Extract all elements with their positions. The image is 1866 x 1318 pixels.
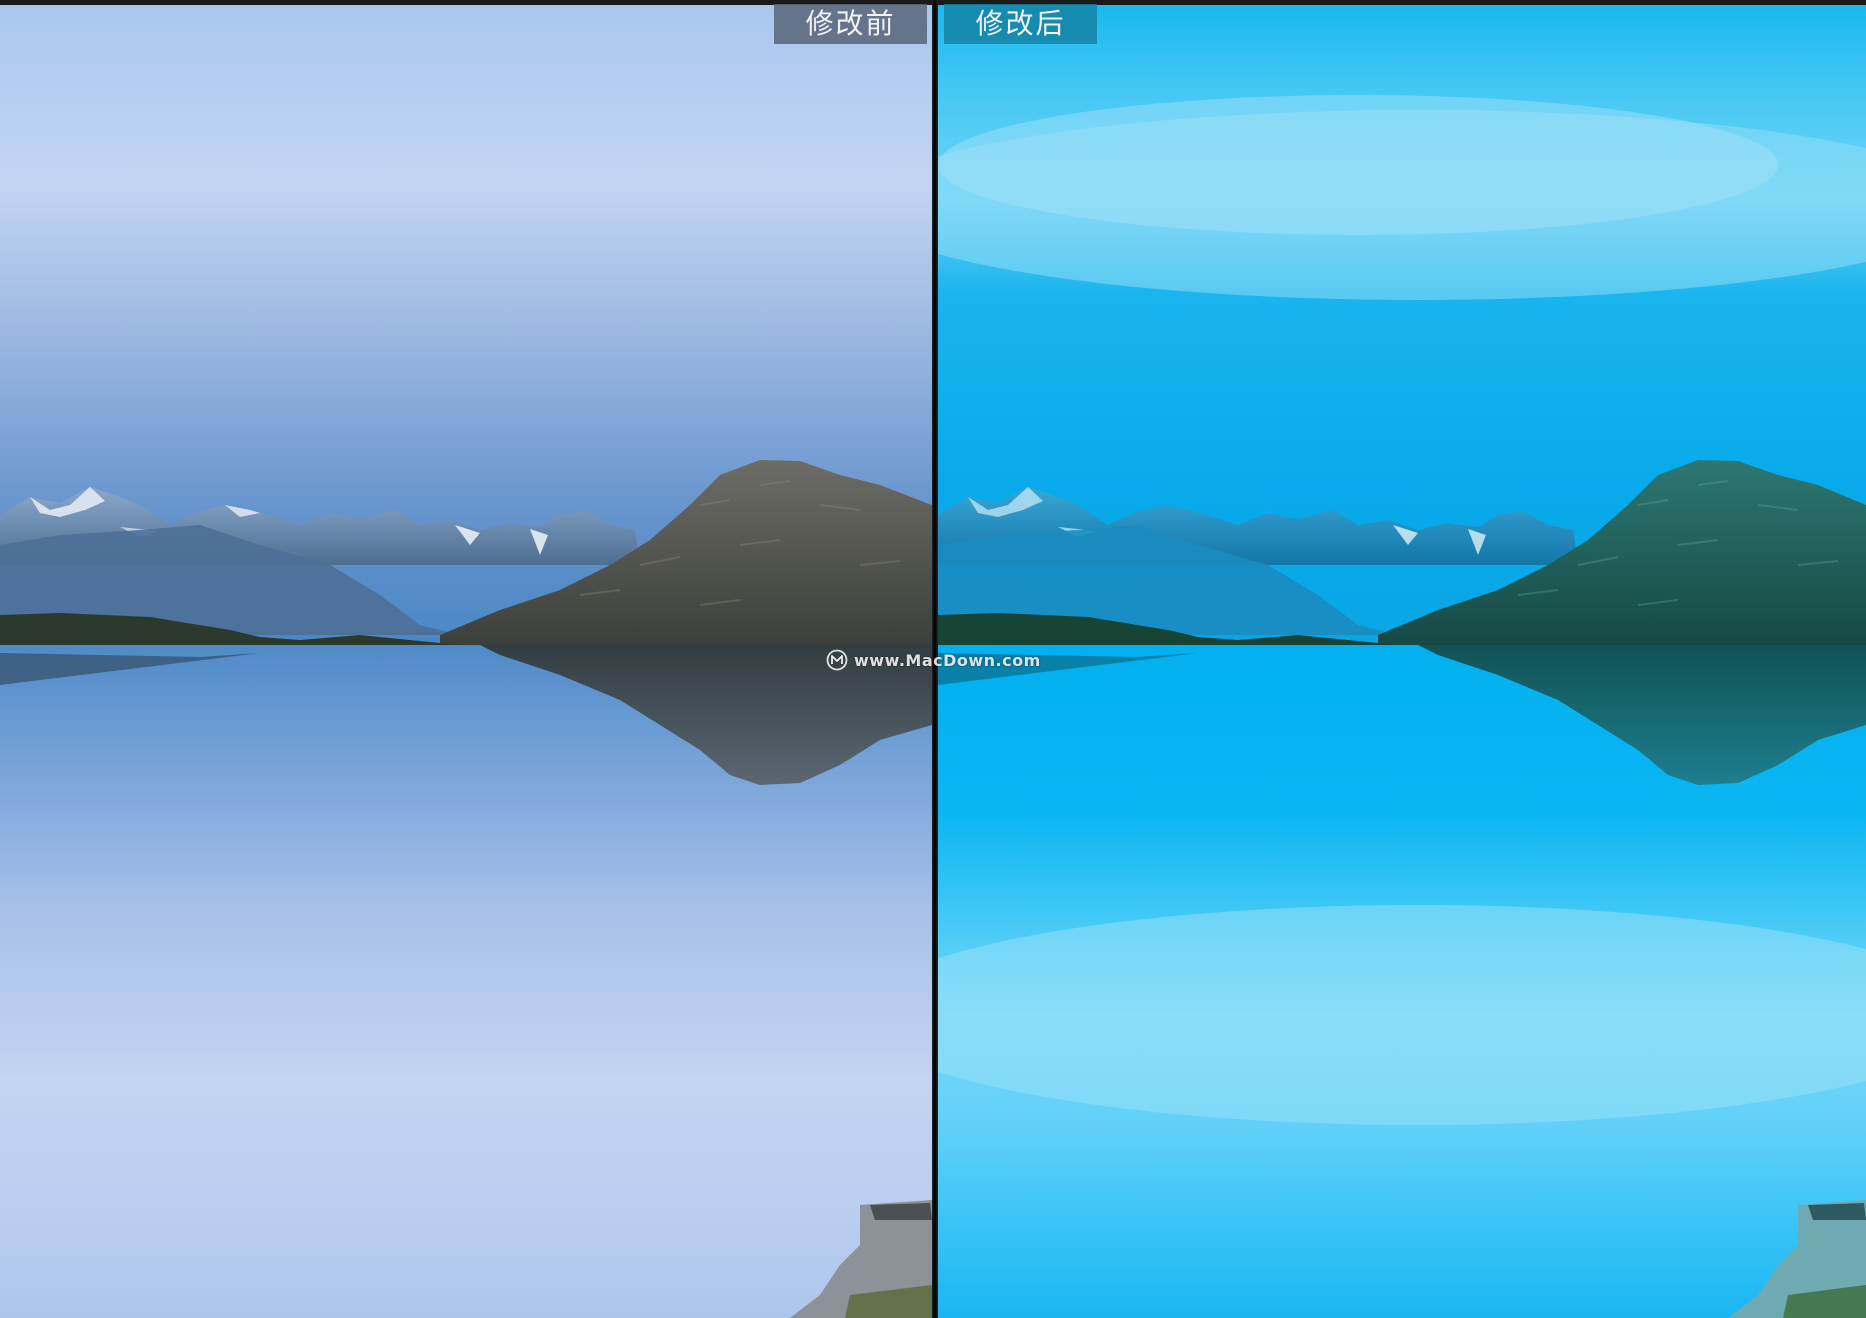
before-label: 修改前 <box>774 4 927 44</box>
before-landscape-photo <box>0 5 932 1318</box>
macdown-logo-icon <box>826 649 848 671</box>
before-after-compare-view: 修改前 修改后 www.MacDown.com <box>0 0 1866 1318</box>
watermark-text: www.MacDown.com <box>854 650 1041 670</box>
after-image-pane <box>938 5 1866 1318</box>
after-label: 修改后 <box>944 4 1097 44</box>
after-landscape-photo <box>938 5 1866 1318</box>
before-image-pane <box>0 5 932 1318</box>
watermark: www.MacDown.com <box>826 647 1041 673</box>
